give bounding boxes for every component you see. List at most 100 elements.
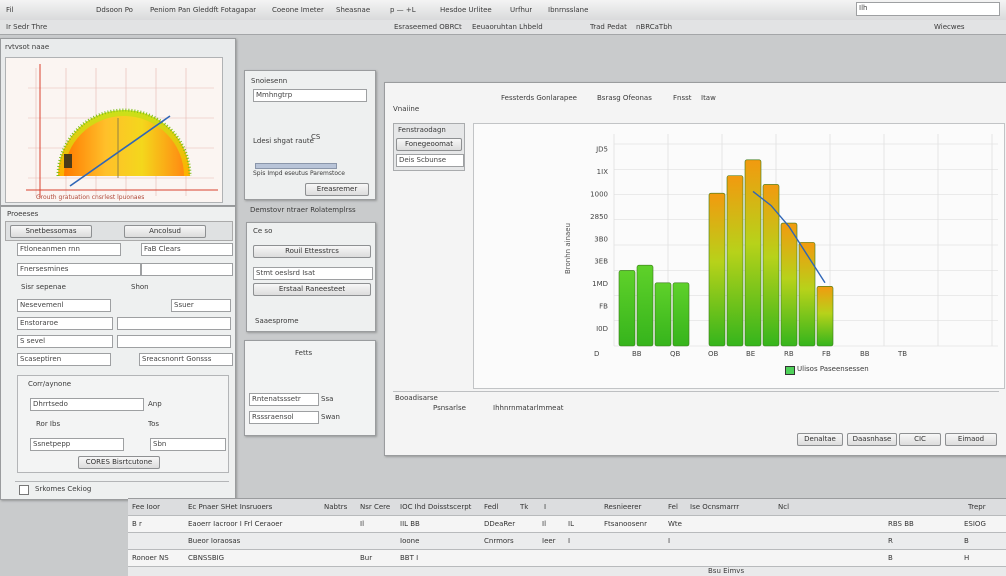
menu-edit[interactable]: Ddsoon Po <box>96 6 133 15</box>
chart-toolbar-item-1[interactable]: Bsrasg Ofeonas <box>597 94 652 103</box>
prop-row-6[interactable]: Scaseptiren <box>17 353 111 366</box>
footer-checkbox[interactable] <box>19 485 29 495</box>
section-field-0[interactable]: Dhrrtsedo <box>30 398 144 411</box>
prop-row-5[interactable]: S sevel <box>17 335 113 348</box>
cell: H <box>964 554 970 562</box>
prop-row-3-value[interactable]: Ssuer <box>171 299 231 312</box>
prop-row-4[interactable]: Enstoraroe <box>17 317 113 330</box>
cell: Ftsanoosenr <box>604 520 647 528</box>
layers-item-1[interactable]: Stmt oeslsrd Isat <box>253 267 373 280</box>
menu-insert[interactable]: Coeone Imeter <box>272 6 324 15</box>
window-search-box[interactable]: Ilh <box>856 2 1000 16</box>
preview-pane: rvtvsot naae Grouth gratuation cnsrlest … <box>0 38 236 206</box>
section-field-2-value[interactable]: Sbn <box>150 438 226 451</box>
chart-bars <box>618 159 834 347</box>
table-row[interactable]: Ronoer NS CBNSSBIG Bur BBT I B H <box>128 550 1006 567</box>
prop-row-3-label: Nesevemenl <box>20 301 64 309</box>
prop-row-1-value[interactable] <box>141 263 233 276</box>
chart-button-ok[interactable]: CIC <box>899 433 941 446</box>
section-apply-button[interactable]: CORES Bisrtcutone <box>78 456 160 469</box>
chart-button-1[interactable]: Daasnhase <box>847 433 897 446</box>
col-header-6[interactable]: Tk <box>520 501 540 513</box>
chart-button-3[interactable]: Eimaod <box>945 433 997 446</box>
col-header-3[interactable]: Nsr Cere <box>360 501 394 513</box>
cell: ESIOG <box>964 520 986 528</box>
tab-advanced[interactable]: Ancolsud <box>124 225 206 238</box>
y-tick-label: JD5 <box>595 145 608 153</box>
bar <box>618 270 636 347</box>
chart-toolbar-item-2[interactable]: Fnsst <box>673 94 692 103</box>
col-header-5[interactable]: Fedl <box>484 501 514 513</box>
menu-help[interactable]: Ibnrnsslane <box>548 6 588 15</box>
chart-ylabel: Bronhn ainaeu <box>564 223 572 274</box>
chart-button-0[interactable]: Denaltae <box>797 433 843 446</box>
prop-row-1[interactable]: Fnersesmines <box>17 263 141 276</box>
col-header-2[interactable]: Nabtrs <box>324 501 362 513</box>
x-tick-label: FB <box>822 350 831 358</box>
toolbar-item-2[interactable]: Eeuaoruhtan Lhbeld <box>472 23 543 32</box>
menu-window[interactable]: p — +L <box>390 6 416 15</box>
status-item-1: Psnsarlse <box>433 404 466 412</box>
menu-view[interactable]: Peniom Pan Gleddft Fotagapar <box>150 6 256 15</box>
chart-toolbar-item-0[interactable]: Fessterds Gonlarapee <box>501 94 577 103</box>
chart-toolbar-item-3[interactable]: Itaw <box>701 94 716 103</box>
menu-file[interactable]: Fil <box>6 6 13 15</box>
chart-sidebar-title: Fenstraodagn <box>398 126 446 134</box>
tab-properties[interactable]: Snetbessomas <box>10 225 92 238</box>
y-tick-label: 1MD <box>592 280 608 288</box>
cell: IIL BB <box>400 520 420 528</box>
toolbar-item-4[interactable]: nBRCaTbh <box>636 23 672 32</box>
cell: BBT I <box>400 554 419 562</box>
toolbar-right-label[interactable]: Wiecwes <box>934 23 965 32</box>
effects-value-1: Swan <box>321 413 340 421</box>
prop-row-0[interactable]: Ftloneanmen rnn <box>17 243 121 256</box>
settings-field[interactable]: Mmhngtrp <box>253 89 367 102</box>
bar <box>798 242 816 347</box>
prop-row-4-value[interactable] <box>117 317 231 330</box>
prop-row-5-value[interactable] <box>117 335 231 348</box>
toolbar-item-1[interactable]: Esraseemed OBRCt <box>394 23 462 32</box>
chart-yticks: JD5 1IX 1000 2850 3B0 3EB 1MD FB I0D <box>590 145 608 333</box>
x-tick-label: BB <box>860 350 870 358</box>
table-row[interactable]: Bueor Ioraosas Ioone Cnrmors Ieer I I R … <box>128 533 1006 550</box>
toolbar: Ir Sedr Thre Esraseemed OBRCt Eeuaoruhta… <box>0 20 1006 35</box>
effects-panel: Fetts Rntenatsssetr Ssa Rsssraensol Swan <box>244 340 376 436</box>
settings-title: Snoiesenn <box>251 77 288 85</box>
section-field-2[interactable]: Ssnetpepp <box>30 438 124 451</box>
cell: Ronoer NS <box>132 554 169 562</box>
toolbar-item-3[interactable]: Trad Pedat <box>590 23 627 32</box>
prop-row-3-value-text: Ssuer <box>174 301 194 309</box>
chart-sidebar-item-0[interactable]: Fonegeoomat <box>396 138 462 151</box>
properties-section: Corr/aynone Dhrrtsedo Anp Ror Ibs Tos Ss… <box>17 375 229 473</box>
menu-format[interactable]: Sheasnae <box>336 6 370 15</box>
table-row[interactable]: B r Eaoerr Iacroor I Frl Ceraoer Il IIL … <box>128 516 1006 533</box>
x-tick-label: BE <box>746 350 755 358</box>
bar <box>816 285 834 347</box>
cell: Il <box>360 520 365 528</box>
col-header-7[interactable]: I <box>544 501 554 513</box>
prop-row-0-value[interactable]: FaB Clears <box>141 243 233 256</box>
col-header-1[interactable]: Ec Pnaer SHet Insruoers <box>188 501 308 513</box>
col-header-0[interactable]: Fee Ioor <box>132 501 182 513</box>
x-tick-label: D <box>594 350 599 358</box>
layers-item-0[interactable]: Rouil Ettesstrcs <box>253 245 371 258</box>
chart-sidebar-item-1[interactable]: Deis Scbunse <box>396 154 464 167</box>
col-header-9[interactable]: Fel <box>668 501 688 513</box>
col-header-4[interactable]: IOC Ihd Doisstscerpt <box>400 501 482 513</box>
table-header: Fee Ioor Ec Pnaer SHet Insruoers Nabtrs … <box>128 499 1006 516</box>
prop-row-1-label: Fnersesmines <box>20 265 69 273</box>
menu-tools[interactable]: Hesdoe Urlitee <box>440 6 492 15</box>
prop-row-3[interactable]: Nesevemenl <box>17 299 111 312</box>
col-header-8[interactable]: Resnieerer <box>604 501 664 513</box>
bar-chart: Bronhn ainaeu JD5 1IX 1000 2850 3B0 3EB 1MD FB I… <box>564 134 998 358</box>
layers-field[interactable]: Erstaal Raneesteet <box>253 283 371 296</box>
col-header-12[interactable]: Trepr <box>968 501 1004 513</box>
effects-item-0[interactable]: Rntenatsssetr <box>249 393 319 406</box>
menu-data[interactable]: Urfhur <box>510 6 532 15</box>
prop-row-6-value[interactable]: Sreacsnonrt Gonsss <box>139 353 233 366</box>
layers-item-0-label: Rouil Ettesstrcs <box>285 247 339 255</box>
col-header-11[interactable]: Ncl <box>778 501 808 513</box>
effects-item-1[interactable]: Rsssraensol <box>249 411 319 424</box>
settings-button[interactable]: Ereasremer <box>305 183 369 196</box>
col-header-10[interactable]: Ise Ocnsmarrr <box>690 501 774 513</box>
